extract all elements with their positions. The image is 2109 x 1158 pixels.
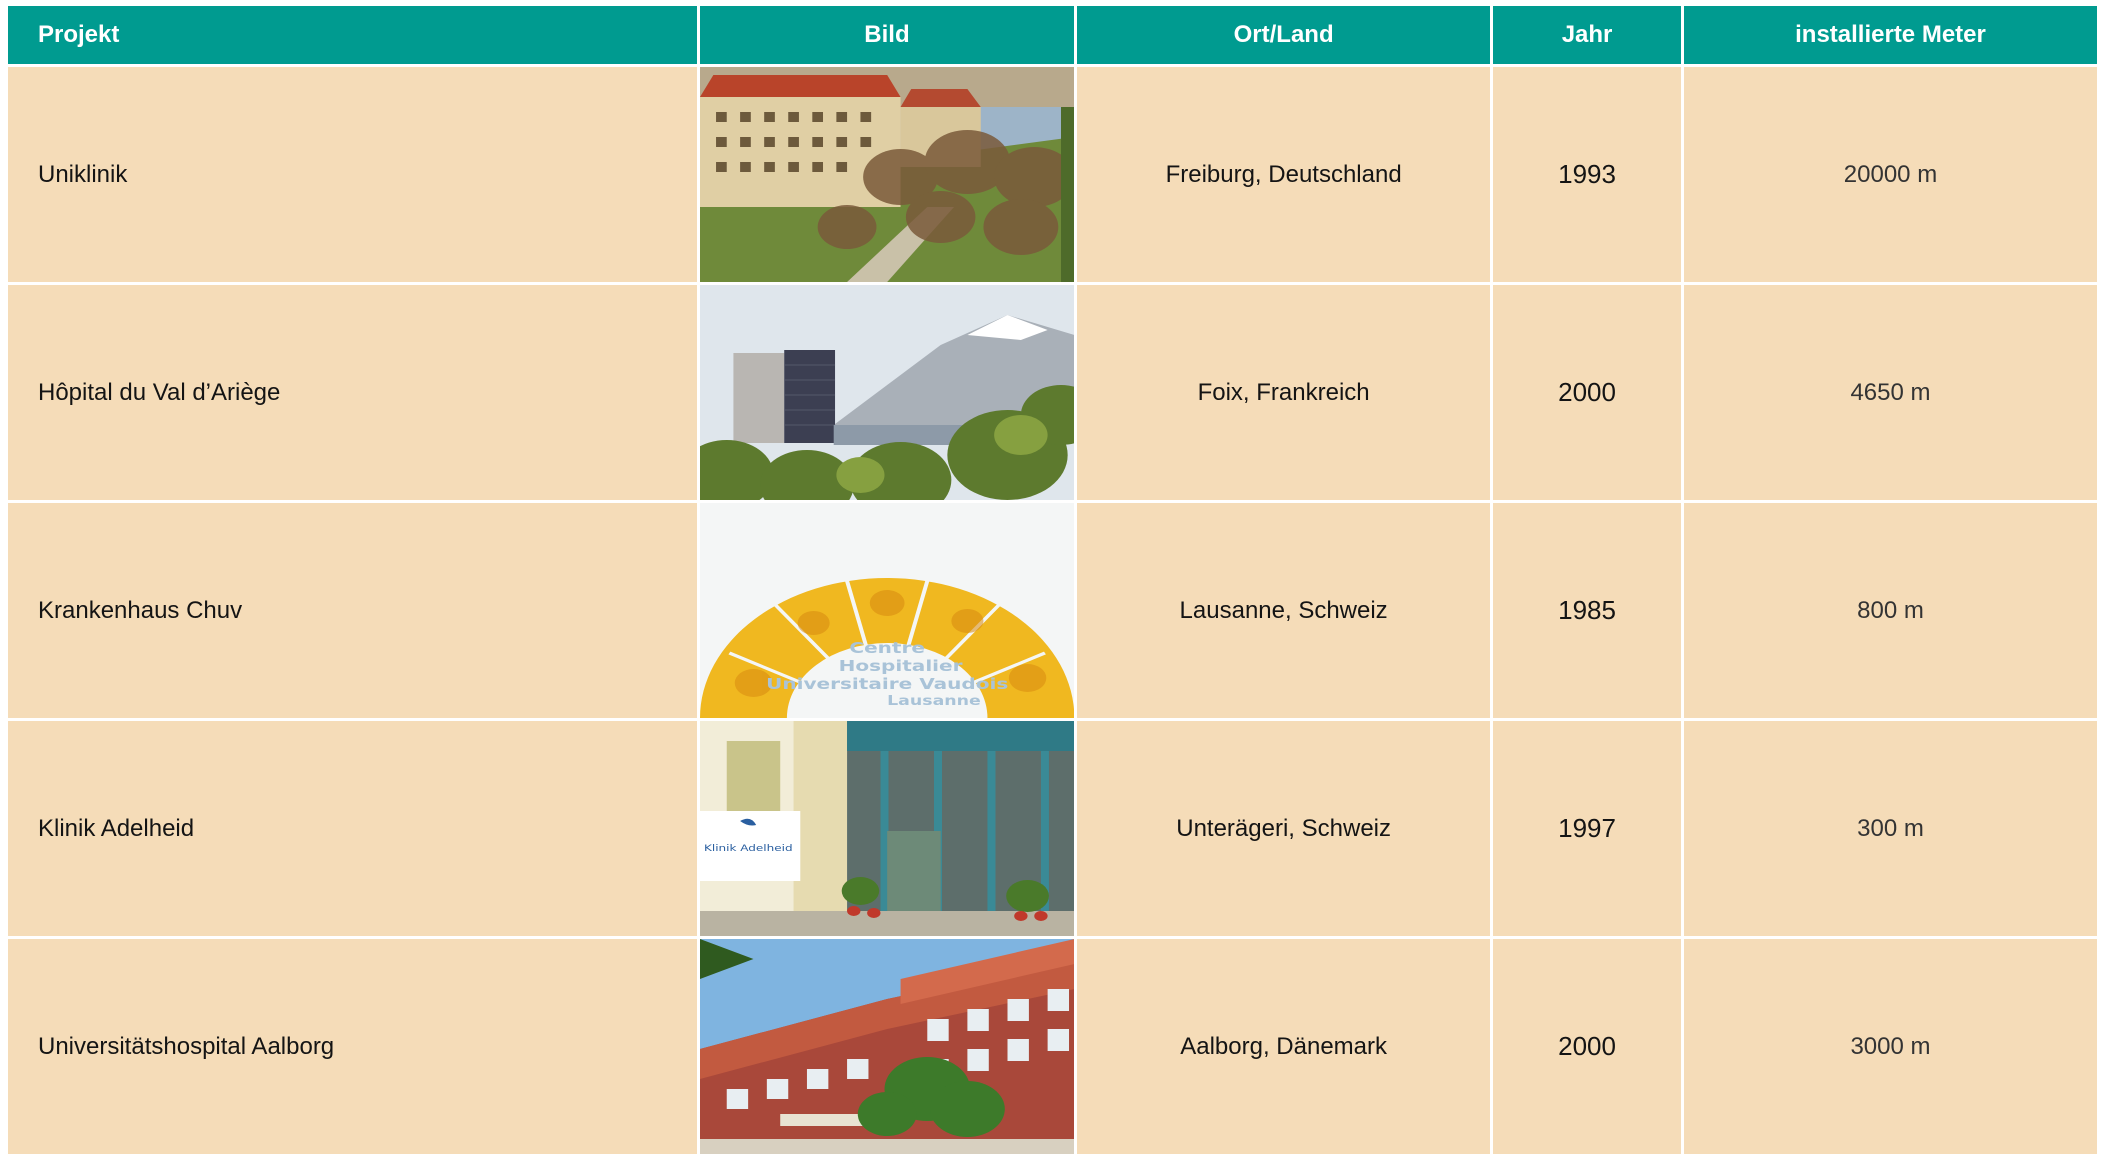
tower-building-image [699,285,1075,500]
header-projekt: Projekt [8,6,697,64]
project-name: Uniklinik [8,67,697,282]
brick-hospital-image [699,939,1075,1154]
project-image: Centre Hospitalier Universitaire Vaudois… [699,503,1075,718]
header-ort-land: Ort/Land [1077,6,1491,64]
project-location: Foix, Frankreich [1077,285,1491,500]
header-bild: Bild [699,6,1075,64]
project-year: 1993 [1493,67,1681,282]
project-image [699,285,1075,500]
project-location: Freiburg, Deutschland [1077,67,1491,282]
clinic-sign-text: Klinik Adelheid [704,843,793,854]
logo-line-2: Hospitalier [838,658,962,675]
project-name: Klinik Adelheid [8,721,697,936]
table-row: Universitätshospital Aalborg Aalborg, Dä… [8,939,2097,1154]
project-meters: 20000 m [1683,67,2097,282]
table-header-row: Projekt Bild Ort/Land Jahr installierte … [8,6,2097,64]
reference-projects-table: Projekt Bild Ort/Land Jahr installierte … [5,3,2100,1157]
clinic-entrance-image: Klinik Adelheid [699,721,1075,936]
project-meters: 4650 m [1683,285,2097,500]
project-image [699,67,1075,282]
project-location: Unterägeri, Schweiz [1077,721,1491,936]
project-image: Klinik Adelheid [699,721,1075,936]
project-name: Hôpital du Val d’Ariège [8,285,697,500]
header-installierte-meter: installierte Meter [1683,6,2097,64]
project-meters: 800 m [1683,503,2097,718]
project-location: Lausanne, Schweiz [1077,503,1491,718]
logo-line-3: Universitaire Vaudois [766,676,1008,693]
table-row: Uniklinik Freiburg, Deutschland 1993 200… [8,67,2097,282]
project-image [699,939,1075,1154]
chuv-logo-image: Centre Hospitalier Universitaire Vaudois… [699,503,1075,718]
project-year: 2000 [1493,939,1681,1154]
table-row: Krankenhaus Chuv Centre Hospitalier Univ… [8,503,2097,718]
table-row: Klinik Adelheid Klinik Adelheid Unteräge… [8,721,2097,936]
logo-line-1: Centre [849,640,925,657]
project-year: 1985 [1493,503,1681,718]
project-meters: 300 m [1683,721,2097,936]
hospital-campus-image [699,67,1075,282]
table-row: Hôpital du Val d’Ariège Foix, Frankreich… [8,285,2097,500]
project-year: 2000 [1493,285,1681,500]
header-jahr: Jahr [1493,6,1681,64]
project-name: Universitätshospital Aalborg [8,939,697,1154]
project-year: 1997 [1493,721,1681,936]
project-meters: 3000 m [1683,939,2097,1154]
logo-line-4: Lausanne [887,693,981,708]
project-name: Krankenhaus Chuv [8,503,697,718]
project-location: Aalborg, Dänemark [1077,939,1491,1154]
